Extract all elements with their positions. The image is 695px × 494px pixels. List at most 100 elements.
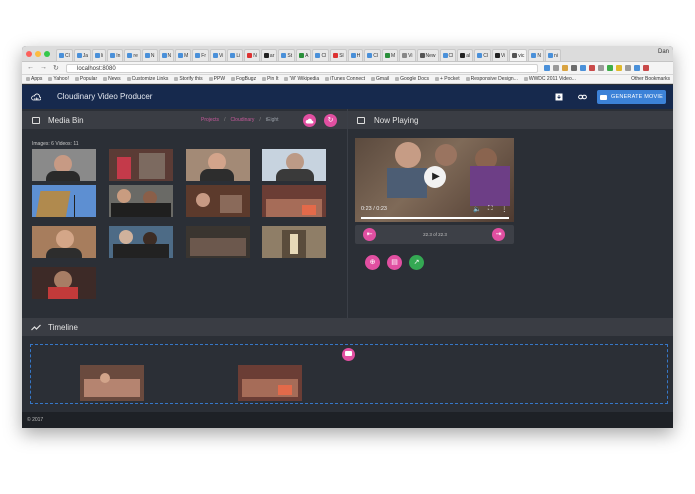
media-thumb-12[interactable]: [262, 226, 326, 258]
browser-tab[interactable]: A: [296, 49, 312, 61]
fullscreen-icon[interactable]: ⛶: [488, 205, 493, 213]
breadcrumb-cloudinary[interactable]: Cloudinary: [230, 117, 254, 123]
extension-icon[interactable]: [553, 65, 559, 71]
extension-icon[interactable]: [571, 65, 577, 71]
browser-tab[interactable]: Cl: [439, 49, 457, 61]
browser-tab[interactable]: Cl: [474, 49, 491, 61]
play-button[interactable]: ▶: [424, 166, 446, 188]
media-thumb-1[interactable]: [32, 149, 96, 181]
open-external-button[interactable]: ↗: [409, 255, 424, 270]
preview-button[interactable]: ▤: [387, 255, 402, 270]
maximize-window-button[interactable]: [44, 51, 50, 57]
download-icon[interactable]: [555, 93, 563, 101]
extension-icon[interactable]: [580, 65, 586, 71]
media-thumb-11[interactable]: [186, 226, 250, 258]
browser-tab[interactable]: Vi: [210, 49, 227, 61]
close-window-button[interactable]: [26, 51, 32, 57]
bookmark-item[interactable]: Customize Links: [126, 76, 168, 82]
browser-tab[interactable]: Vi: [491, 49, 509, 61]
bookmark-item[interactable]: Popular: [74, 76, 97, 82]
bookmark-item[interactable]: FogBugz: [231, 76, 256, 82]
minimize-window-button[interactable]: [35, 51, 41, 57]
browser-tab[interactable]: H: [347, 49, 364, 61]
media-thumb-4[interactable]: [262, 149, 326, 181]
browser-tab[interactable]: New: [416, 49, 439, 61]
add-to-timeline-button[interactable]: ⊕: [365, 255, 380, 270]
browser-tab[interactable]: Vi: [399, 49, 416, 61]
bookmark-item[interactable]: 'W' Wikipedia: [284, 76, 319, 82]
link-icon[interactable]: [578, 93, 587, 101]
extension-icon[interactable]: [625, 65, 631, 71]
extension-icon[interactable]: [544, 65, 550, 71]
browser-tab[interactable]: N: [244, 49, 260, 61]
media-thumb-8[interactable]: [262, 185, 326, 217]
browser-tab[interactable]: In: [107, 49, 124, 61]
upload-button[interactable]: [303, 114, 316, 127]
bookmark-item[interactable]: Yahoo!: [48, 76, 69, 82]
refresh-button[interactable]: ↻: [324, 114, 337, 127]
address-bar[interactable]: localhost:8080: [66, 64, 538, 73]
trim-end-button[interactable]: ⇥: [492, 228, 505, 241]
browser-tab[interactable]: N: [158, 49, 175, 61]
browser-tab[interactable]: ni: [545, 49, 561, 61]
extension-icon[interactable]: [643, 65, 649, 71]
forward-icon[interactable]: →: [40, 64, 47, 71]
media-thumb-7[interactable]: [186, 185, 250, 217]
browser-tab[interactable]: Cl: [56, 49, 73, 61]
extension-icon[interactable]: [589, 65, 595, 71]
bookmark-item[interactable]: Pin It: [262, 76, 278, 82]
trim-start-button[interactable]: ⇤: [363, 228, 376, 241]
media-thumb-10[interactable]: [109, 226, 173, 258]
browser-tab[interactable]: N: [141, 49, 158, 61]
browser-tab[interactable]: re: [124, 49, 141, 61]
bookmark-item[interactable]: + Pocket: [435, 76, 460, 82]
browser-tab[interactable]: Li: [227, 49, 244, 61]
back-icon[interactable]: ←: [27, 64, 34, 71]
volume-icon[interactable]: 🔈: [473, 205, 481, 213]
browser-tab[interactable]: St: [278, 49, 296, 61]
extension-icon[interactable]: [634, 65, 640, 71]
other-bookmarks[interactable]: Other Bookmarks: [628, 76, 670, 82]
bookmark-item[interactable]: WWDC 2011 Video...: [523, 76, 576, 82]
breadcrumb-projects[interactable]: Projects: [201, 117, 219, 123]
browser-tab[interactable]: Cl: [364, 49, 381, 61]
media-thumb-13[interactable]: [32, 267, 96, 299]
bookmark-item[interactable]: News: [103, 76, 121, 82]
browser-tab[interactable]: Cl: [312, 49, 330, 61]
browser-tab[interactable]: vic: [509, 49, 528, 61]
bookmark-item[interactable]: Google Docs: [395, 76, 429, 82]
generate-movie-button[interactable]: GENERATE MOVIE: [597, 90, 666, 104]
bookmark-item[interactable]: Gmail: [371, 76, 389, 82]
browser-tab[interactable]: M: [382, 49, 399, 61]
bookmark-item[interactable]: Responsive Design...: [465, 76, 518, 82]
bookmark-item[interactable]: iTunes Connect: [325, 76, 365, 82]
timeline-clip-2[interactable]: [238, 365, 302, 401]
browser-tab[interactable]: al: [457, 49, 474, 61]
browser-tab[interactable]: Fr: [192, 49, 210, 61]
bookmark-item[interactable]: PPW: [208, 76, 225, 82]
browser-tab[interactable]: Ja: [73, 49, 92, 61]
extension-icon[interactable]: [607, 65, 613, 71]
timeline-drop-zone[interactable]: [30, 344, 668, 404]
media-thumb-9[interactable]: [32, 226, 96, 258]
video-player[interactable]: ▶ 0:23 / 0:23 🔈 ⛶ ⋮: [355, 138, 514, 222]
media-thumb-6[interactable]: [109, 185, 173, 217]
browser-tab[interactable]: N: [528, 49, 545, 61]
extension-icon[interactable]: [562, 65, 568, 71]
browser-tab[interactable]: Sl: [330, 49, 347, 61]
media-thumb-3[interactable]: [186, 149, 250, 181]
extension-icon[interactable]: [616, 65, 622, 71]
browser-tab[interactable]: li: [92, 49, 107, 61]
timeline-movie-button[interactable]: [342, 348, 355, 361]
media-thumb-2[interactable]: [109, 149, 173, 181]
reload-icon[interactable]: ↻: [53, 64, 59, 72]
profile-name[interactable]: Dan: [658, 49, 669, 55]
timeline-clip-1[interactable]: [80, 365, 144, 401]
more-options-icon[interactable]: ⋮: [501, 205, 508, 213]
browser-tab[interactable]: ar: [260, 49, 278, 61]
extension-icon[interactable]: [598, 65, 604, 71]
media-thumb-5[interactable]: [32, 185, 96, 217]
bookmark-item[interactable]: Storify this: [174, 76, 203, 82]
bookmark-item[interactable]: Apps: [26, 76, 42, 82]
browser-tab[interactable]: M: [175, 49, 192, 61]
